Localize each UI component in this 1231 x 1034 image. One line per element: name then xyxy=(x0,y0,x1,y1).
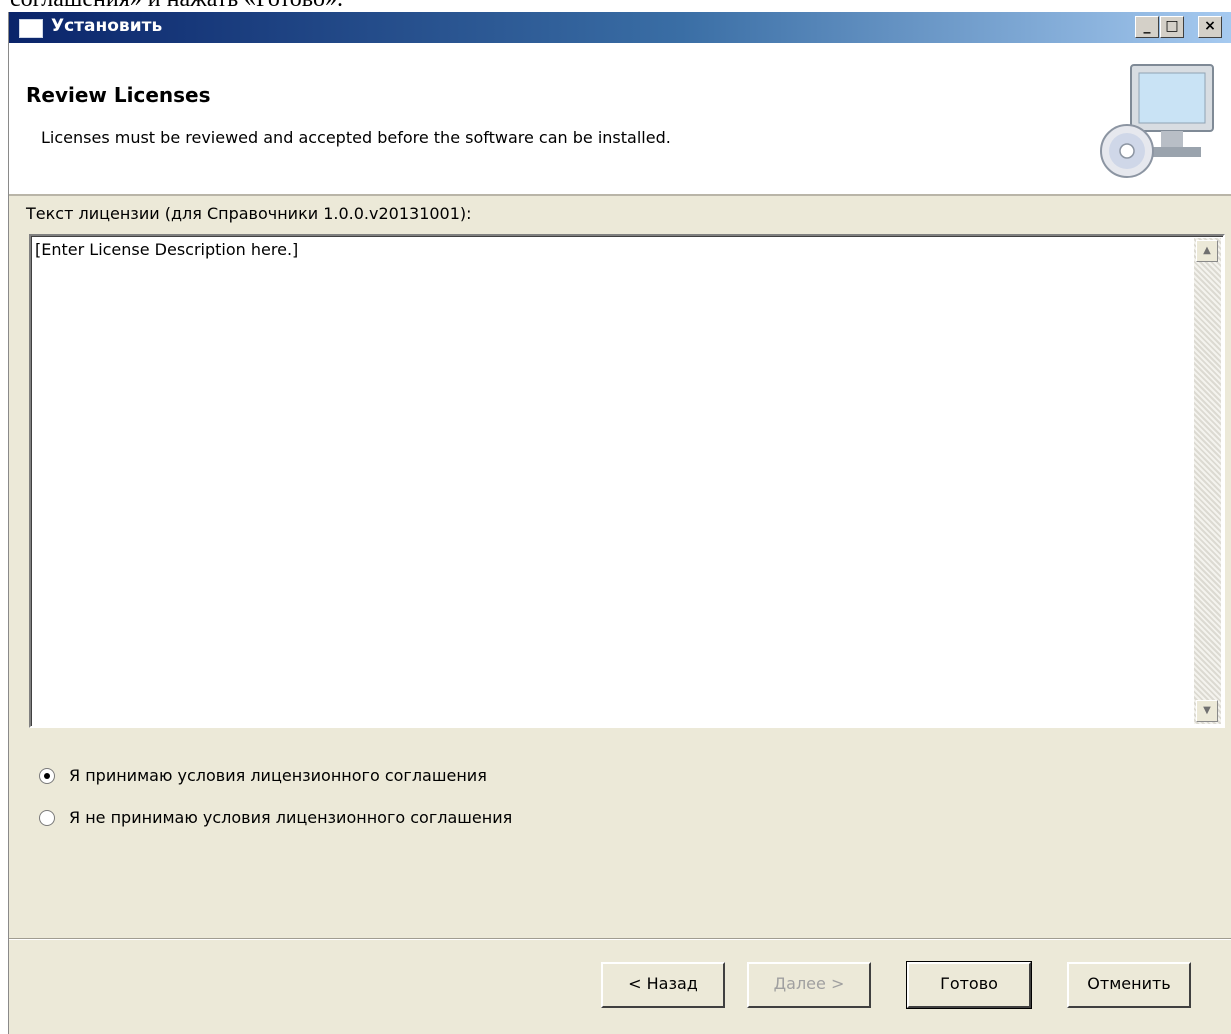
close-button[interactable]: × xyxy=(1198,16,1222,38)
license-text-area[interactable]: [Enter License Description here.] ▲ ▼ xyxy=(29,234,1225,728)
app-icon xyxy=(19,19,43,38)
license-label: Текст лицензии (для Справочники 1.0.0.v2… xyxy=(26,204,472,223)
computer-cd-icon xyxy=(1100,64,1214,178)
vertical-scrollbar[interactable]: ▲ ▼ xyxy=(1194,238,1221,724)
separator xyxy=(9,938,1231,940)
cancel-button[interactable]: Отменить xyxy=(1067,962,1191,1008)
page-description: Licenses must be reviewed and accepted b… xyxy=(41,128,671,147)
wizard-banner: Review Licenses Licenses must be reviewe… xyxy=(9,43,1231,196)
accept-label: Я принимаю условия лицензионного соглаше… xyxy=(69,766,487,785)
minimize-button[interactable]: _ xyxy=(1135,16,1159,38)
finish-button[interactable]: Готово xyxy=(906,961,1032,1009)
maximize-button[interactable]: □ xyxy=(1160,16,1184,38)
back-button[interactable]: < Назад xyxy=(601,962,725,1008)
install-dialog: Установить _ □ × Review Licenses License… xyxy=(8,12,1231,1034)
accept-radio[interactable] xyxy=(39,768,55,784)
document-text-fragment: соглашения» и нажать «Готово». xyxy=(10,0,610,12)
scroll-up-icon[interactable]: ▲ xyxy=(1196,240,1218,262)
license-text: [Enter License Description here.] xyxy=(35,240,299,259)
title-bar[interactable]: Установить _ □ × xyxy=(9,12,1231,43)
window-title: Установить xyxy=(51,16,163,36)
page-title: Review Licenses xyxy=(26,83,211,107)
scroll-down-icon[interactable]: ▼ xyxy=(1196,700,1218,722)
next-button[interactable]: Далее > xyxy=(747,962,871,1008)
decline-label: Я не принимаю условия лицензионного согл… xyxy=(69,808,513,827)
decline-radio[interactable] xyxy=(39,810,55,826)
